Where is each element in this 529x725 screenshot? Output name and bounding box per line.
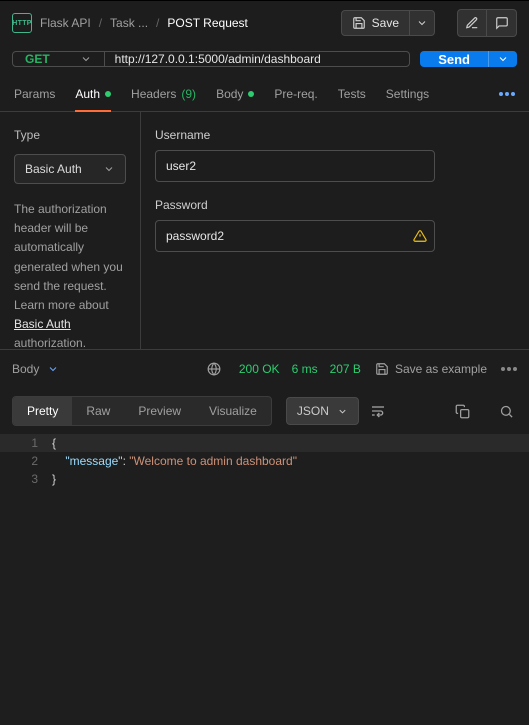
format-label: JSON xyxy=(297,404,329,418)
edit-button[interactable] xyxy=(457,9,487,37)
chevron-down-icon xyxy=(337,406,348,417)
view-tab-raw[interactable]: Raw xyxy=(72,397,124,425)
tab-headers-label: Headers xyxy=(131,87,176,101)
copy-button[interactable] xyxy=(451,400,473,422)
save-button-group: Save xyxy=(341,10,435,36)
comment-button[interactable] xyxy=(487,9,517,37)
breadcrumb-sep: / xyxy=(156,16,159,30)
response-body-label: Body xyxy=(12,362,39,376)
chevron-down-icon xyxy=(80,53,92,65)
chevron-down-icon xyxy=(416,17,428,29)
save-as-example-label: Save as example xyxy=(395,362,487,376)
breadcrumb-folder[interactable]: Task ... xyxy=(110,16,148,30)
chevron-down-icon xyxy=(47,363,59,375)
send-dropdown-button[interactable] xyxy=(488,51,517,67)
method-dropdown[interactable]: GET xyxy=(13,52,105,66)
send-button[interactable]: Send xyxy=(420,51,488,67)
save-button[interactable]: Save xyxy=(341,10,410,36)
response-status: 200 OK xyxy=(239,362,280,376)
tab-headers-count: (9) xyxy=(181,87,196,101)
username-input[interactable] xyxy=(155,150,435,182)
gutter: 3 xyxy=(0,470,52,488)
method-label: GET xyxy=(25,52,50,66)
warning-icon xyxy=(413,229,427,243)
status-dot-icon xyxy=(105,91,111,97)
username-label: Username xyxy=(155,128,515,142)
code-key: "message" xyxy=(65,454,122,468)
response-more-button[interactable] xyxy=(501,367,517,371)
save-as-example-button[interactable]: Save as example xyxy=(375,362,487,376)
code-brace: } xyxy=(52,472,56,486)
auth-type-label: Type xyxy=(14,128,126,142)
auth-type-select[interactable]: Basic Auth xyxy=(14,154,126,184)
tab-auth[interactable]: Auth xyxy=(75,81,111,107)
tab-params[interactable]: Params xyxy=(14,81,55,107)
breadcrumb-sep: / xyxy=(99,16,102,30)
status-dot-icon xyxy=(248,91,254,97)
tab-auth-label: Auth xyxy=(75,87,100,101)
response-size: 207 B xyxy=(330,362,361,376)
auth-type-value: Basic Auth xyxy=(25,162,82,176)
response-body-dropdown[interactable]: Body xyxy=(12,362,59,376)
wrap-lines-button[interactable] xyxy=(367,400,389,422)
password-input[interactable] xyxy=(155,220,435,252)
code-brace: { xyxy=(52,436,56,450)
save-dropdown-button[interactable] xyxy=(410,10,435,36)
wrap-icon xyxy=(370,403,386,419)
save-icon xyxy=(375,362,389,376)
tab-headers[interactable]: Headers (9) xyxy=(131,81,196,107)
auth-help-link[interactable]: Basic Auth xyxy=(14,317,71,331)
search-response-button[interactable] xyxy=(495,400,517,422)
response-body: 1{ 2 "message": "Welcome to admin dashbo… xyxy=(0,434,529,488)
code-filler xyxy=(0,488,529,725)
search-icon xyxy=(499,404,514,419)
auth-help-text: The authorization header will be automat… xyxy=(14,200,126,354)
http-icon: HTTP xyxy=(12,13,32,33)
breadcrumb-request[interactable]: POST Request xyxy=(167,16,247,30)
breadcrumb: Flask API / Task ... / POST Request xyxy=(40,16,333,30)
tab-body[interactable]: Body xyxy=(216,81,254,107)
tab-overflow-button[interactable] xyxy=(499,92,515,96)
tab-body-label: Body xyxy=(216,87,243,101)
tab-settings[interactable]: Settings xyxy=(386,81,429,107)
globe-icon[interactable] xyxy=(203,358,225,380)
tab-prereq[interactable]: Pre-req. xyxy=(274,81,317,107)
comment-icon xyxy=(495,16,509,30)
save-label: Save xyxy=(372,16,399,30)
chevron-down-icon xyxy=(497,53,509,65)
format-select[interactable]: JSON xyxy=(286,397,359,425)
save-icon xyxy=(352,16,366,30)
view-tab-visualize[interactable]: Visualize xyxy=(195,397,271,425)
chevron-down-icon xyxy=(103,163,115,175)
gutter: 1 xyxy=(0,434,52,452)
gutter: 2 xyxy=(0,452,52,470)
url-input[interactable] xyxy=(105,52,410,66)
auth-help-pre: The authorization header will be automat… xyxy=(14,202,123,312)
copy-icon xyxy=(455,404,470,419)
tab-tests[interactable]: Tests xyxy=(338,81,366,107)
response-time: 6 ms xyxy=(292,362,318,376)
password-label: Password xyxy=(155,198,515,212)
view-tab-pretty[interactable]: Pretty xyxy=(13,397,72,425)
breadcrumb-collection[interactable]: Flask API xyxy=(40,16,91,30)
view-tab-preview[interactable]: Preview xyxy=(124,397,195,425)
pencil-icon xyxy=(465,16,479,30)
code-value: "Welcome to admin dashboard" xyxy=(129,454,297,468)
